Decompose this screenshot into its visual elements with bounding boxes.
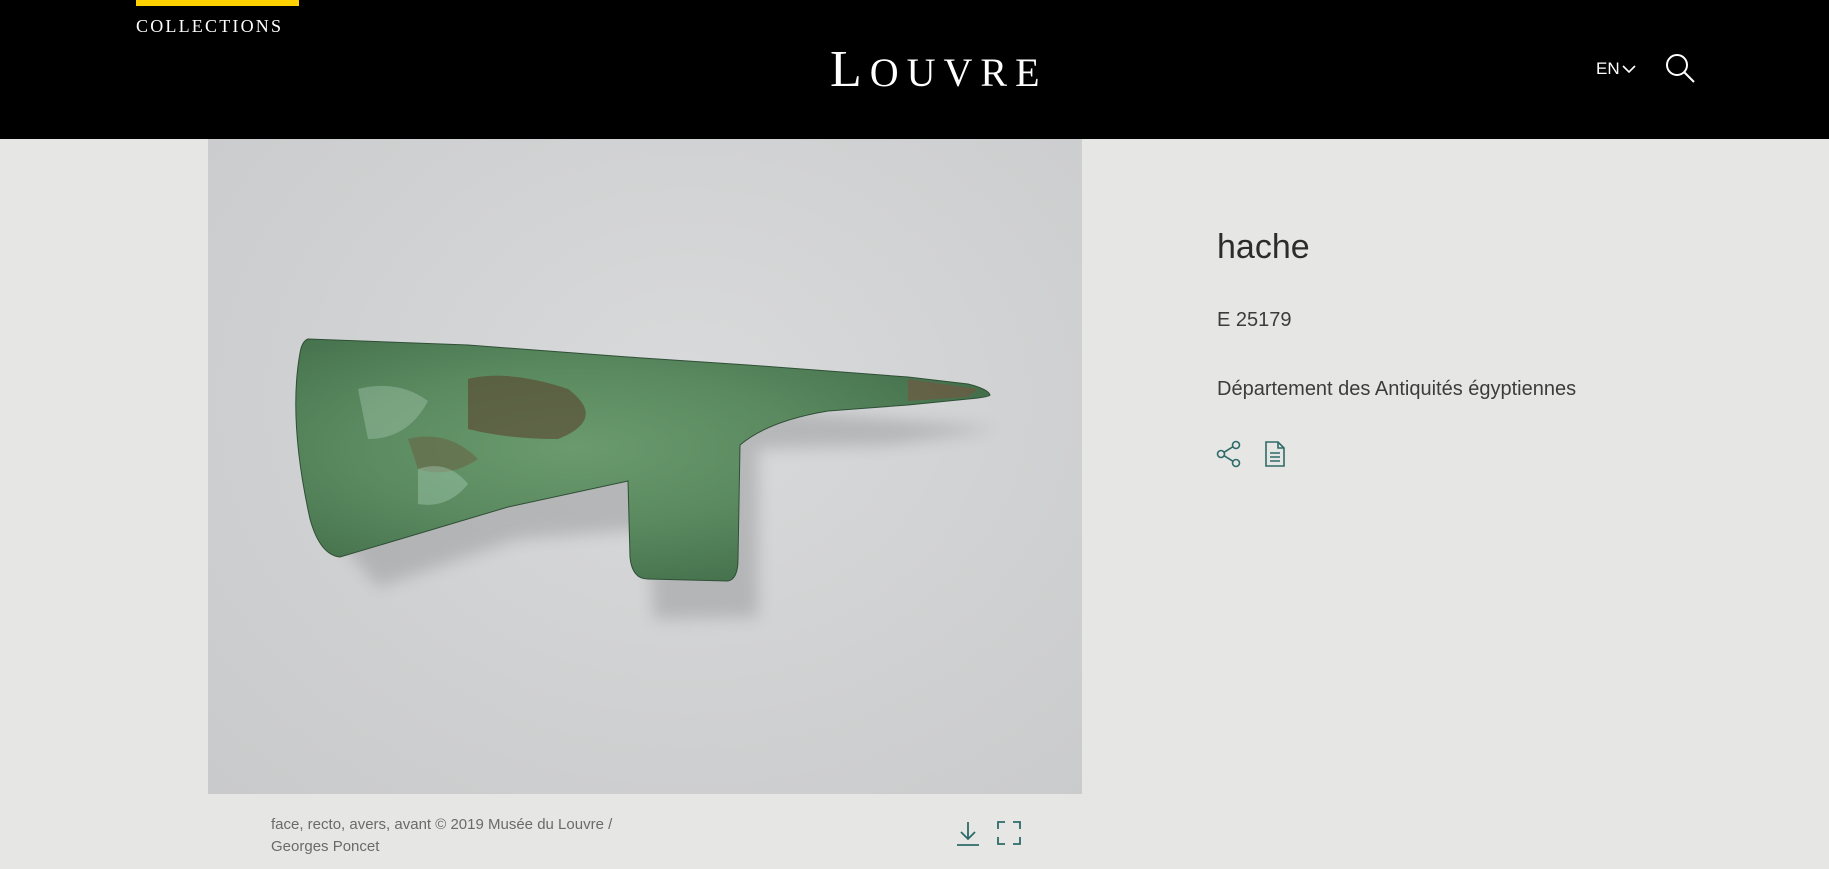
louvre-logo[interactable]: LOUVRE <box>830 40 1060 103</box>
inventory-number: E 25179 <box>1217 309 1292 331</box>
search-icon <box>1666 54 1695 83</box>
chevron-down-icon <box>1622 65 1636 74</box>
collections-link[interactable]: Collections <box>136 16 283 37</box>
logo-rest: OUVRE <box>869 50 1048 95</box>
artwork-image[interactable] <box>208 139 1082 794</box>
fullscreen-icon <box>997 821 1021 845</box>
image-credit: face, recto, avers, avant © 2019 Musée d… <box>271 816 613 855</box>
document-icon <box>1265 441 1285 467</box>
share-icon <box>1216 440 1241 468</box>
share-button[interactable] <box>1216 440 1242 468</box>
fullscreen-button[interactable] <box>996 820 1022 846</box>
download-button[interactable] <box>955 820 981 848</box>
department-link[interactable]: Département des Antiquités égyptiennes <box>1217 378 1576 401</box>
notice-button[interactable] <box>1263 440 1287 468</box>
collections-accent-bar <box>136 0 299 6</box>
site-header: Collections LOUVRE EN <box>0 0 1829 139</box>
search-button[interactable] <box>1664 52 1696 84</box>
artwork-title: hache <box>1217 228 1310 266</box>
logo-initial: L <box>830 41 870 98</box>
language-selector[interactable]: EN <box>1596 58 1636 80</box>
download-icon <box>957 822 979 846</box>
language-label: EN <box>1596 59 1620 78</box>
axe-illustration <box>295 338 998 619</box>
